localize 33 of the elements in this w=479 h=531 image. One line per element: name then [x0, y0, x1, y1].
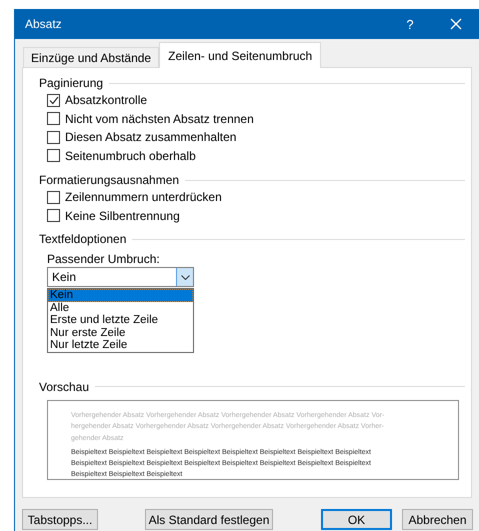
- dialog-button[interactable]: Abbrechen: [402, 509, 473, 530]
- checkbox[interactable]: [47, 190, 60, 204]
- dialog-button[interactable]: Tabstopps...: [22, 509, 98, 530]
- checkbox[interactable]: [47, 94, 60, 107]
- group-heading: Vorschau: [39, 380, 90, 394]
- checkbox[interactable]: [47, 149, 60, 162]
- help-button[interactable]: ?: [387, 16, 433, 32]
- dropdown-option[interactable]: Erste und letzte Zeile: [48, 314, 193, 327]
- dropdown-option[interactable]: Nur erste Zeile: [48, 326, 193, 340]
- checkbox[interactable]: [47, 112, 60, 126]
- tab[interactable]: Einzüge und Abstände: [23, 47, 160, 67]
- dropdown-field[interactable]: Kein: [47, 267, 194, 287]
- dropdown-option[interactable]: Alle: [48, 302, 193, 314]
- group-heading: Formatierungsausnahmen: [39, 173, 180, 187]
- tab[interactable]: Zeilen- und Seitenumbruch: [159, 42, 322, 68]
- checkbox-label[interactable]: Seitenumbruch oberhalb: [65, 148, 196, 163]
- dropdown-option[interactable]: Nur letzte Zeile: [48, 339, 193, 352]
- dialog-button[interactable]: OK: [321, 509, 392, 530]
- group-heading: Paginierung: [39, 76, 104, 90]
- window-title: Absatz: [25, 17, 63, 31]
- group-heading: Textfeldoptionen: [39, 232, 126, 246]
- dropdown-option[interactable]: Kein: [48, 289, 193, 302]
- checkbox-label[interactable]: Diesen Absatz zusammenhalten: [65, 130, 236, 144]
- chevron-down-icon[interactable]: [180, 274, 190, 280]
- checkbox-label[interactable]: Nicht vom nächsten Absatz trennen: [65, 112, 254, 126]
- close-icon[interactable]: [450, 18, 462, 30]
- checkbox[interactable]: [47, 209, 60, 222]
- field-label: Passender Umbruch:: [46, 251, 161, 267]
- checkbox-label[interactable]: Absatzkontrolle: [65, 93, 148, 108]
- checkbox-label[interactable]: Keine Silbentrennung: [65, 208, 180, 223]
- checkbox[interactable]: [47, 130, 60, 144]
- checkbox-label[interactable]: Zeilennummern unterdrücken: [65, 190, 222, 204]
- dialog-button[interactable]: Als Standard festlegen: [145, 509, 273, 530]
